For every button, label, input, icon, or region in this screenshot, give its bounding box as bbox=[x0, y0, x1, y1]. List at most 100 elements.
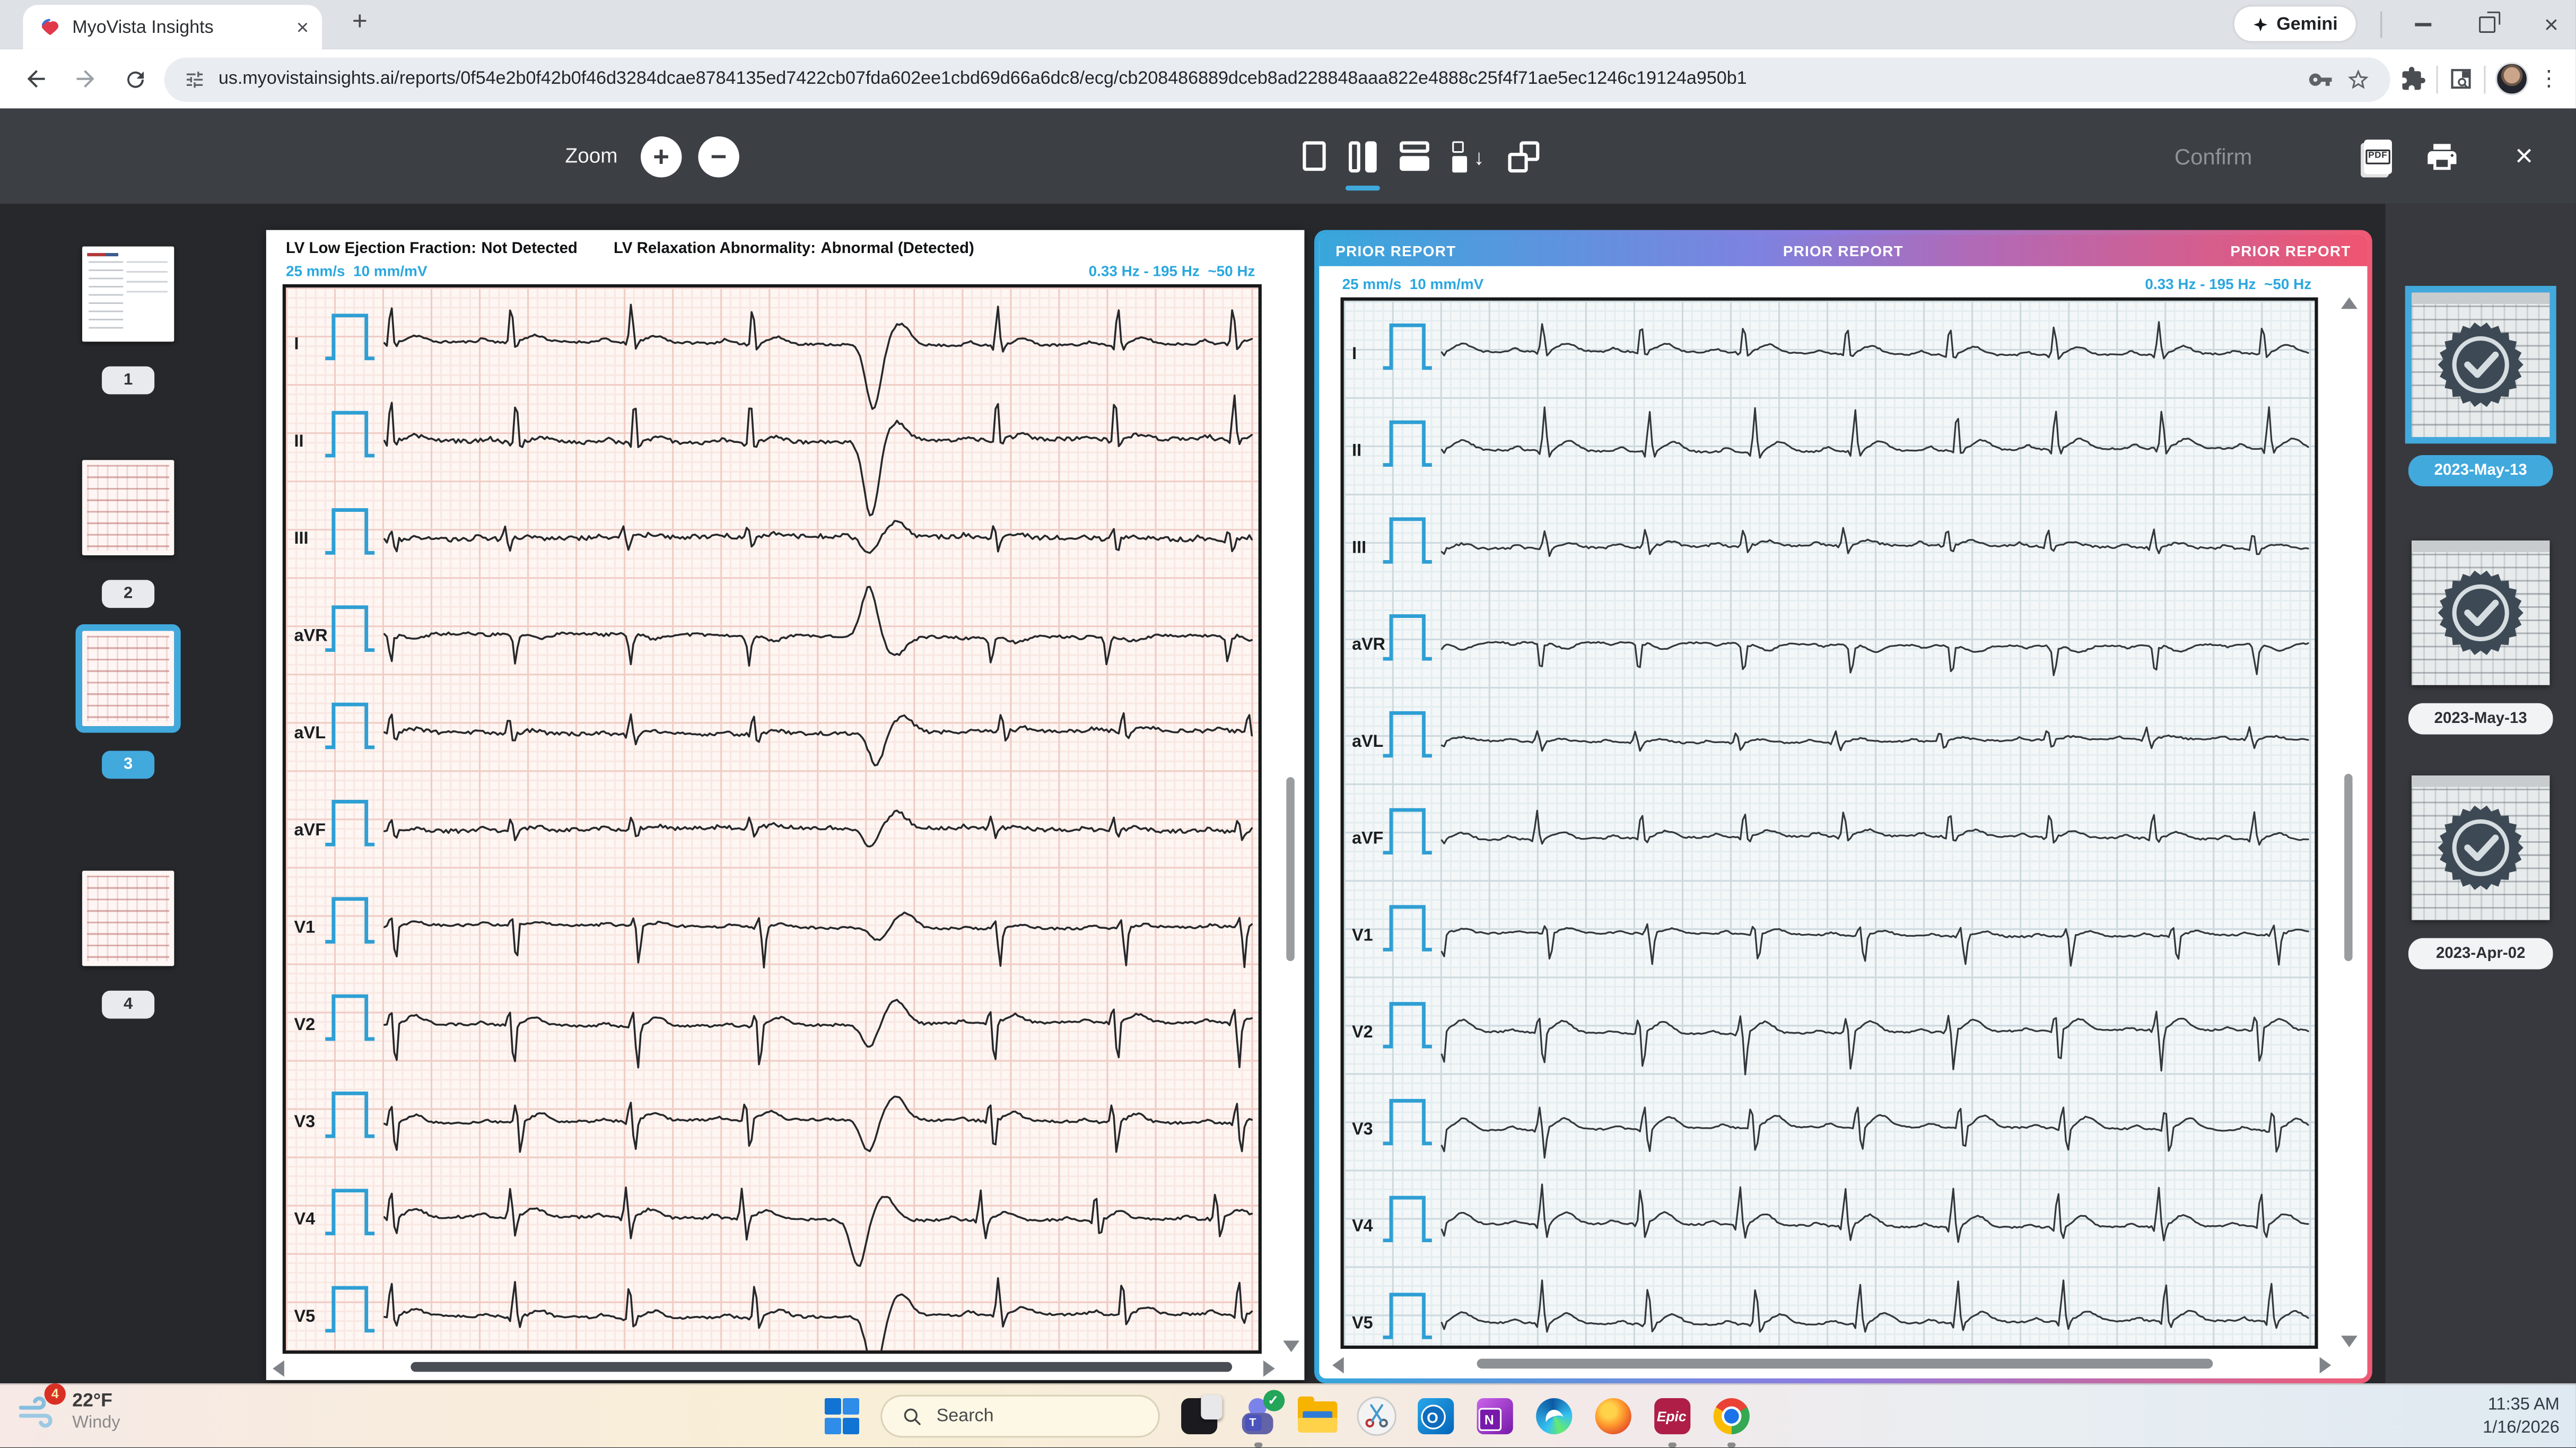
running-indicator bbox=[1667, 1442, 1675, 1446]
scroll-right-arrow[interactable] bbox=[2320, 1357, 2332, 1374]
start-button[interactable] bbox=[822, 1395, 862, 1436]
page-number-badge: 1 bbox=[102, 367, 154, 395]
ecg-trace-aVR bbox=[1442, 642, 2308, 675]
lead-label: V5 bbox=[1352, 1313, 1373, 1332]
taskbar-app-snipping[interactable] bbox=[1355, 1395, 1396, 1436]
prior-report-thumbnail[interactable] bbox=[2412, 292, 2549, 437]
divider bbox=[2437, 65, 2438, 93]
weather-widget[interactable]: 4 22°F Windy bbox=[16, 1390, 120, 1433]
minimize-button[interactable] bbox=[2412, 13, 2434, 36]
bookmark-star-icon[interactable] bbox=[2346, 66, 2370, 91]
scroll-left-arrow[interactable] bbox=[1332, 1357, 1344, 1374]
lead-label: V3 bbox=[294, 1112, 315, 1131]
taskbar-app-edge[interactable] bbox=[1533, 1395, 1574, 1436]
divider bbox=[2484, 65, 2485, 93]
view-continuous-scroll-button[interactable]: ↓ bbox=[1452, 136, 1484, 176]
page-thumbnail-4[interactable] bbox=[82, 871, 174, 966]
search-input[interactable]: Search bbox=[880, 1395, 1160, 1438]
profile-avatar[interactable] bbox=[2495, 63, 2528, 95]
page-thumbnail-1[interactable] bbox=[82, 247, 174, 342]
gemini-label: Gemini bbox=[2276, 14, 2338, 33]
lead-label: aVL bbox=[294, 723, 326, 742]
site-settings-icon[interactable] bbox=[184, 68, 205, 90]
calibration-pulse bbox=[1383, 422, 1432, 465]
lead-label: aVF bbox=[294, 820, 326, 839]
zoom-in-button[interactable]: + bbox=[641, 136, 682, 177]
scrollbar-thumb[interactable] bbox=[1477, 1359, 2213, 1369]
password-key-icon[interactable] bbox=[2308, 66, 2333, 91]
page-thumbnail-2[interactable] bbox=[82, 460, 174, 555]
ecg-grid-prior[interactable]: IIIIIIaVRaVLaVFV1V2V3V4V5 bbox=[1341, 298, 2318, 1349]
lead-label: V2 bbox=[294, 1015, 315, 1034]
close-window-button[interactable]: × bbox=[2540, 13, 2563, 36]
report-date-label[interactable]: 2023-Apr-02 bbox=[2408, 938, 2553, 970]
close-report-button[interactable]: × bbox=[2515, 141, 2533, 172]
prior-report-thumbnail[interactable] bbox=[2412, 775, 2549, 920]
ecg-trace-V1 bbox=[1442, 924, 2308, 965]
extensions-icon[interactable] bbox=[2400, 66, 2426, 92]
tab-close-icon[interactable]: × bbox=[296, 16, 309, 38]
reload-button[interactable] bbox=[115, 59, 154, 99]
vertical-scrollbar[interactable] bbox=[2339, 298, 2359, 1347]
current-report-page: LV Low Ejection Fraction:Not Detected LV… bbox=[266, 230, 1305, 1380]
taskbar-app-chrome[interactable] bbox=[1710, 1395, 1751, 1436]
scrollbar-thumb[interactable] bbox=[2344, 774, 2352, 961]
scrollbar-thumb[interactable] bbox=[411, 1362, 1232, 1372]
taskbar-app-epic[interactable]: Epic bbox=[1651, 1395, 1692, 1436]
gemini-button[interactable]: Gemini bbox=[2234, 6, 2356, 41]
taskbar-app-explorer[interactable] bbox=[1296, 1395, 1337, 1436]
print-button[interactable] bbox=[2425, 139, 2459, 173]
scroll-down-arrow[interactable] bbox=[2341, 1336, 2357, 1347]
new-tab-button[interactable]: + bbox=[342, 5, 378, 41]
clock-date: 1/16/2026 bbox=[2483, 1416, 2560, 1439]
scroll-up-arrow[interactable] bbox=[2341, 298, 2357, 309]
lead-label: aVL bbox=[1352, 731, 1383, 751]
restore-button[interactable] bbox=[2476, 13, 2499, 36]
taskbar-app-onenote[interactable] bbox=[1473, 1395, 1514, 1436]
view-single-page-button[interactable] bbox=[1303, 136, 1325, 176]
export-pdf-button[interactable]: PDF bbox=[2364, 139, 2392, 173]
page-thumbnail-3[interactable] bbox=[82, 631, 174, 726]
taskbar-app-outlook[interactable] bbox=[1414, 1395, 1455, 1436]
page-thumb-group: 2 bbox=[0, 460, 256, 608]
ecg-trace-III bbox=[1442, 528, 2308, 556]
report-date-label[interactable]: 2023-May-13 bbox=[2408, 455, 2553, 486]
lead-label: V4 bbox=[294, 1209, 315, 1228]
report-date-label[interactable]: 2023-May-13 bbox=[2408, 703, 2553, 735]
view-stacked-button[interactable] bbox=[1400, 136, 1429, 176]
zoom-out-button[interactable]: − bbox=[698, 136, 739, 177]
vertical-scrollbar[interactable] bbox=[1281, 284, 1301, 1352]
browser-tab[interactable]: MyoVista Insights × bbox=[23, 5, 322, 49]
view-overlay-button[interactable] bbox=[1507, 136, 1539, 176]
side-panel-search-icon[interactable] bbox=[2448, 66, 2474, 92]
scroll-down-arrow[interactable] bbox=[1283, 1341, 1299, 1353]
scrollbar-thumb[interactable] bbox=[1286, 777, 1294, 961]
url-bar[interactable]: us.myovistainsights.ai/reports/0f54e2b0f… bbox=[164, 57, 2390, 101]
notification-badge: 4 bbox=[45, 1383, 66, 1405]
snipping-tool-icon bbox=[1356, 1397, 1395, 1436]
horizontal-scrollbar[interactable] bbox=[1332, 1357, 2331, 1372]
ecg-grid-current[interactable]: IIIIIIaVRaVLaVFV1V2V3V4V5 bbox=[283, 284, 1262, 1354]
calibration-pulse bbox=[325, 996, 374, 1039]
layout-switcher: ↓ bbox=[1303, 108, 1538, 204]
confirm-button[interactable]: Confirm bbox=[2175, 144, 2252, 168]
horizontal-scrollbar[interactable] bbox=[273, 1360, 1274, 1375]
taskbar-app-firefox[interactable] bbox=[1592, 1395, 1632, 1436]
ecg-trace-I bbox=[1442, 322, 2308, 359]
mini-header bbox=[2412, 292, 2549, 304]
taskbar-app-desktops[interactable] bbox=[1178, 1395, 1219, 1436]
browser-menu-icon[interactable]: ⋮ bbox=[2538, 66, 2560, 92]
back-button[interactable] bbox=[16, 59, 56, 99]
system-clock[interactable]: 11:35 AM 1/16/2026 bbox=[2483, 1393, 2560, 1440]
taskbar-app-teams[interactable]: T✓ bbox=[1237, 1395, 1278, 1436]
view-side-by-side-button[interactable] bbox=[1349, 136, 1377, 176]
calibration-pulse bbox=[1383, 1004, 1432, 1047]
forward-button[interactable] bbox=[66, 59, 105, 99]
ecg-trace-III bbox=[385, 521, 1252, 553]
scroll-left-arrow[interactable] bbox=[273, 1360, 284, 1377]
running-indicator bbox=[1726, 1442, 1734, 1446]
ecg-trace-V5 bbox=[385, 1278, 1252, 1350]
prior-report-thumbnail[interactable] bbox=[2412, 540, 2549, 685]
page-thumbnail-sidebar: 1234 bbox=[0, 204, 256, 1385]
scroll-right-arrow[interactable] bbox=[1263, 1360, 1275, 1377]
